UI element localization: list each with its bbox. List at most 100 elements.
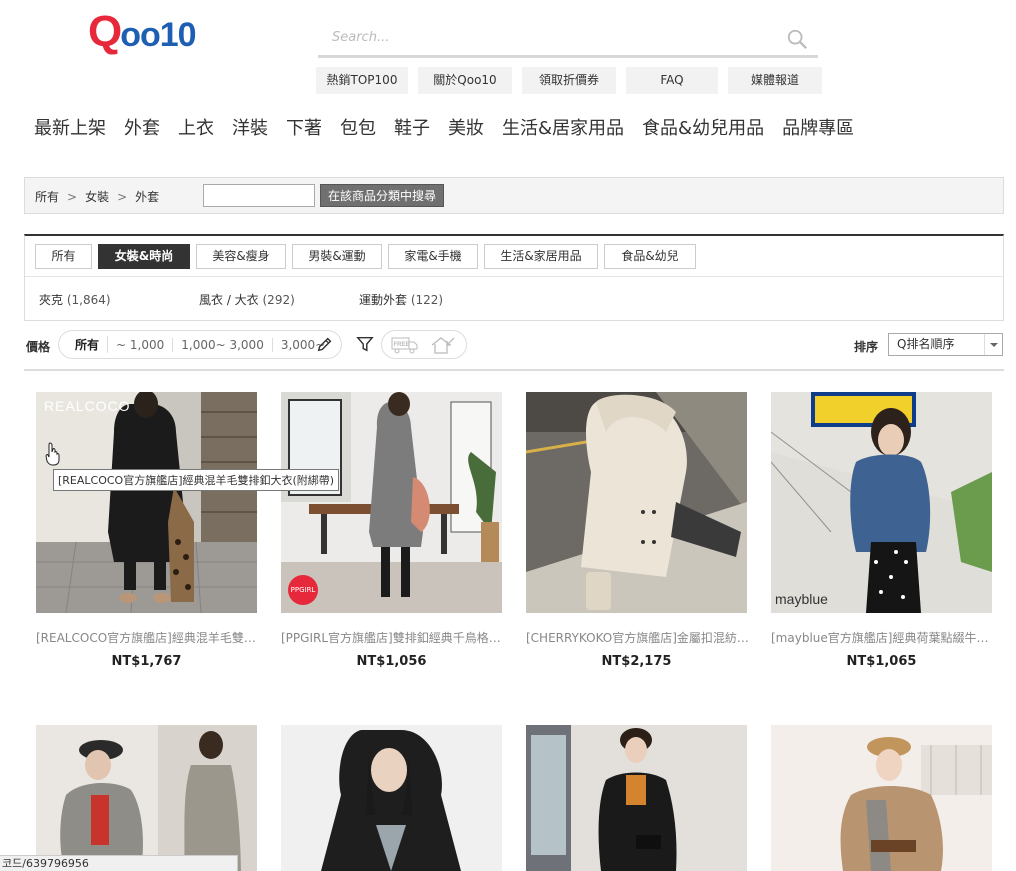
- brand-badge: PPGIRL: [288, 575, 318, 605]
- quick-link-coupon[interactable]: 領取折價券: [522, 67, 616, 94]
- subcategory-jacket[interactable]: 夾克 (1,864): [39, 291, 199, 308]
- product-card[interactable]: REALCOCO [REALCOCO官方旗艦店]經典混羊毛雙排釦大衣(附綁帶) …: [36, 392, 260, 669]
- brand-watermark: REALCOCO: [44, 398, 131, 414]
- breadcrumb-separator: >: [117, 189, 128, 204]
- product-name[interactable]: [PPGIRL官方旗艦店]雙排釦經典千鳥格紋大衣: [281, 629, 505, 646]
- category-tab-panel: 所有 女裝&時尚 美容&瘦身 男裝&運動 家電&手機 生活&家居用品 食品&幼兒…: [24, 234, 1004, 321]
- quick-links: 熱銷TOP100 關於Qoo10 領取折價券 FAQ 媒體報道: [316, 67, 822, 94]
- divider: [25, 276, 1003, 277]
- cat-new[interactable]: 最新上架: [34, 114, 106, 140]
- free-label: FREE: [394, 342, 410, 348]
- tab-beauty[interactable]: 美容&瘦身: [196, 244, 286, 269]
- product-image[interactable]: [36, 725, 257, 871]
- product-image[interactable]: [526, 725, 747, 871]
- category-search-input[interactable]: [203, 184, 315, 207]
- logo-q: Q: [88, 7, 122, 56]
- product-card[interactable]: [771, 725, 992, 871]
- product-image[interactable]: [281, 725, 502, 871]
- shipping-filter: FREE: [381, 330, 467, 359]
- cat-beauty[interactable]: 美妝: [448, 114, 484, 140]
- product-image[interactable]: PPGIRL: [281, 392, 502, 613]
- sort-select[interactable]: Q排名順序: [888, 333, 1003, 356]
- quick-link-top100[interactable]: 熱銷TOP100: [316, 67, 408, 94]
- tab-all[interactable]: 所有: [35, 244, 92, 269]
- product-price: NT$2,175: [601, 654, 672, 669]
- quick-link-faq[interactable]: FAQ: [626, 67, 718, 94]
- cat-home[interactable]: 生活&居家用品: [502, 114, 624, 140]
- subcategory-count: (292): [262, 293, 295, 307]
- qoo10-logo[interactable]: Q oo10: [88, 7, 197, 56]
- tab-home-living[interactable]: 生活&家居用品: [484, 244, 598, 269]
- home-delivery-icon[interactable]: [430, 335, 456, 355]
- price-option-1000-3000[interactable]: 1,000~ 3,000: [173, 337, 273, 352]
- free-shipping-icon[interactable]: FREE: [391, 336, 419, 354]
- tab-men-sports[interactable]: 男裝&運動: [292, 244, 382, 269]
- breadcrumb-women[interactable]: 女裝: [85, 188, 109, 205]
- subcategory-label: 夾克: [39, 293, 67, 307]
- pencil-icon[interactable]: [316, 335, 334, 353]
- tab-food-baby[interactable]: 食品&幼兒: [604, 244, 696, 269]
- breadcrumb: 所有 > 女裝 > 外套: [35, 188, 159, 205]
- search-bar: [318, 22, 818, 58]
- status-bar: 코드/639796956: [0, 855, 238, 871]
- product-image[interactable]: [771, 725, 992, 871]
- cat-bags[interactable]: 包包: [340, 114, 376, 140]
- product-name[interactable]: [mayblue官方旗艦店]經典荷葉點綴牛仔外套: [771, 629, 995, 646]
- price-filter: 所有 ~ 1,000 1,000~ 3,000 3,000~: [58, 330, 343, 359]
- product-card[interactable]: [36, 725, 257, 871]
- subcategory-count: (122): [410, 293, 444, 307]
- product-name[interactable]: [CHERRYKOKO官方旗艦店]金屬扣混紡連帽外套: [526, 629, 750, 646]
- subcategory-count: (1,864): [66, 293, 111, 307]
- product-card[interactable]: [281, 725, 502, 871]
- tab-women-fashion[interactable]: 女裝&時尚: [98, 244, 190, 269]
- price-option-all[interactable]: 所有: [67, 336, 109, 353]
- category-search-button[interactable]: 在該商品分類中搜尋: [320, 184, 445, 207]
- price-label: 價格: [26, 340, 51, 354]
- hand-cursor-icon: [45, 442, 60, 466]
- product-card[interactable]: [526, 725, 747, 871]
- product-image[interactable]: [526, 392, 747, 613]
- cat-outerwear[interactable]: 外套: [124, 114, 160, 140]
- subcategory-list: 夾克 (1,864) 風衣 / 大衣 (292) 運動外套 (122): [39, 291, 519, 308]
- cat-tops[interactable]: 上衣: [178, 114, 214, 140]
- product-card[interactable]: PPGIRL [PPGIRL官方旗艦店]雙排釦經典千鳥格紋大衣 NT$1,056: [281, 392, 505, 669]
- product-card[interactable]: [CHERRYKOKO官方旗艦店]金屬扣混紡連帽外套 NT$2,175: [526, 392, 750, 669]
- product-price: NT$1,056: [356, 654, 427, 669]
- breadcrumb-all[interactable]: 所有: [35, 188, 59, 205]
- divider: [24, 369, 1004, 371]
- cat-brands[interactable]: 品牌專區: [782, 114, 854, 140]
- filter-row: 價格 所有 ~ 1,000 1,000~ 3,000 3,000~ FREE 排…: [24, 330, 1004, 360]
- product-image[interactable]: REALCOCO: [36, 392, 257, 613]
- category-tabs: 所有 女裝&時尚 美容&瘦身 男裝&運動 家電&手機 生活&家居用品 食品&幼兒: [35, 244, 696, 269]
- cat-shoes[interactable]: 鞋子: [394, 114, 430, 140]
- brand-watermark: mayblue: [775, 591, 828, 607]
- logo-text: oo10: [120, 16, 196, 54]
- filter-icon[interactable]: [356, 335, 374, 353]
- product-name[interactable]: [REALCOCO官方旗艦店]經典混羊毛雙排釦大衣(附綁帶): [36, 629, 260, 646]
- search-icon[interactable]: [786, 28, 808, 50]
- sort-value: Q排名順序: [897, 337, 955, 351]
- breadcrumb-bar: 所有 > 女裝 > 外套 在該商品分類中搜尋: [24, 177, 1004, 214]
- subcategory-label: 風衣 / 大衣: [199, 293, 263, 307]
- tab-electronics[interactable]: 家電&手機: [388, 244, 478, 269]
- chevron-down-icon: [984, 334, 1002, 355]
- breadcrumb-outerwear[interactable]: 外套: [135, 188, 159, 205]
- subcategory-label: 運動外套: [359, 293, 411, 307]
- product-card[interactable]: mayblue [mayblue官方旗艦店]經典荷葉點綴牛仔外套 NT$1,06…: [771, 392, 995, 669]
- cat-food-baby[interactable]: 食品&幼兒用品: [642, 114, 764, 140]
- product-price: NT$1,065: [846, 654, 917, 669]
- product-price: NT$1,767: [111, 654, 182, 669]
- cat-dresses[interactable]: 洋裝: [232, 114, 268, 140]
- sort-label: 排序: [854, 340, 879, 354]
- cat-bottoms[interactable]: 下著: [286, 114, 322, 140]
- subcategory-coat[interactable]: 風衣 / 大衣 (292): [199, 291, 359, 308]
- breadcrumb-separator: >: [67, 189, 78, 204]
- quick-link-about[interactable]: 關於Qoo10: [418, 67, 512, 94]
- price-option-under-1000[interactable]: ~ 1,000: [108, 337, 174, 352]
- main-category-nav: 最新上架 外套 上衣 洋裝 下著 包包 鞋子 美妝 生活&居家用品 食品&幼兒用…: [34, 114, 872, 140]
- product-tooltip: [REALCOCO官方旗艦店]經典混羊毛雙排釦大衣(附綁帶): [53, 469, 340, 491]
- subcategory-sport-jacket[interactable]: 運動外套 (122): [359, 291, 519, 308]
- search-input[interactable]: [332, 22, 772, 52]
- quick-link-media[interactable]: 媒體報道: [728, 67, 822, 94]
- product-image[interactable]: mayblue: [771, 392, 992, 613]
